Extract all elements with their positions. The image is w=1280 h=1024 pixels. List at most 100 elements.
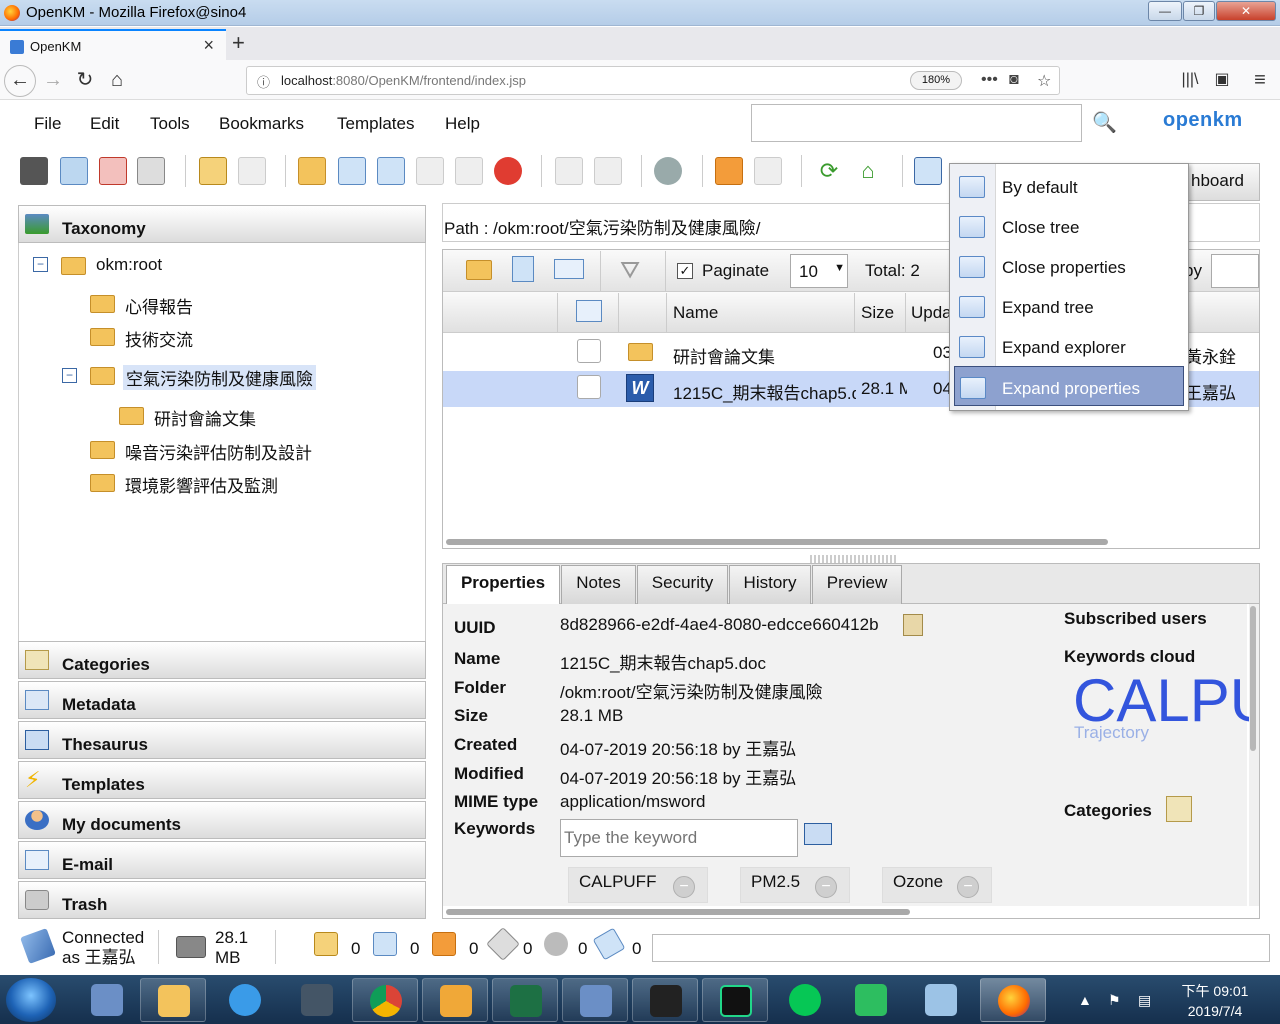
unlock-icon[interactable] [238, 157, 266, 185]
row-checkbox[interactable] [577, 339, 601, 363]
page-actions-icon[interactable]: ••• [981, 71, 998, 89]
tree-item-1[interactable]: 心得報告 [125, 293, 193, 318]
tree-item-root[interactable]: okm:root [96, 255, 162, 275]
column-name[interactable]: Name [673, 303, 718, 323]
tree-item-5[interactable]: 環境影響評估及監測 [125, 472, 278, 497]
taskbar-network-app-2[interactable] [562, 978, 628, 1022]
keyword-cloud-item-small[interactable]: Trajectory [1074, 723, 1149, 743]
remove-property-group-icon[interactable] [594, 157, 622, 185]
close-window-button[interactable]: ✕ [1216, 1, 1276, 21]
lock-icon[interactable] [199, 157, 227, 185]
bookmark-star-icon[interactable]: ☆ [1037, 71, 1051, 91]
column-size[interactable]: Size [861, 303, 894, 323]
vertical-scrollbar[interactable] [1249, 604, 1259, 906]
taskbar-clock[interactable]: 下午 09:01 2019/7/4 [1170, 981, 1260, 1021]
menu-item-expand-tree[interactable]: Expand tree [950, 286, 1188, 326]
tray-flag-icon[interactable]: ⚑ [1108, 992, 1121, 1009]
filter-funnel-icon[interactable]: ⛛ [620, 257, 640, 285]
menu-item-close-properties[interactable]: Close properties [950, 246, 1188, 286]
paginate-checkbox[interactable]: ✓ [677, 263, 693, 279]
remove-subscription-icon[interactable] [754, 157, 782, 185]
add-subscription-icon[interactable] [715, 157, 743, 185]
menu-item-expand-explorer[interactable]: Expand explorer [950, 326, 1188, 366]
refresh-icon[interactable]: ⟳ [815, 157, 843, 185]
hamburger-menu-icon[interactable]: ≡ [1245, 66, 1275, 94]
taskbar-internet-explorer[interactable] [212, 978, 278, 1022]
find-binoculars-icon[interactable] [20, 157, 48, 185]
checkin-icon[interactable] [416, 157, 444, 185]
taskbar-pycharm[interactable] [702, 978, 768, 1022]
taskbar-outlook[interactable] [422, 978, 488, 1022]
tab-preview[interactable]: Preview [812, 565, 902, 604]
workflow-gear-icon[interactable] [654, 157, 682, 185]
horizontal-scrollbar[interactable] [446, 539, 1108, 545]
reload-button[interactable]: ↻ [70, 66, 100, 94]
quick-search-input[interactable] [751, 104, 1082, 142]
copy-clipboard-icon[interactable] [903, 614, 923, 636]
scrollbar-thumb[interactable] [1250, 606, 1256, 751]
search-icon[interactable]: 🔍 [1092, 110, 1117, 135]
new-tab-button[interactable]: + [232, 30, 245, 56]
menu-edit[interactable]: Edit [90, 114, 119, 134]
taskbar-network-app[interactable] [74, 978, 140, 1022]
taxonomy-header[interactable]: Taxonomy [18, 205, 426, 243]
tab-properties[interactable]: Properties [446, 565, 560, 605]
taskbar-explorer[interactable] [140, 978, 206, 1022]
forward-button[interactable]: → [38, 66, 68, 94]
add-document-icon[interactable] [338, 157, 366, 185]
keyword-input[interactable] [564, 821, 794, 855]
menu-item-close-tree[interactable]: Close tree [950, 206, 1188, 246]
workflow-gear-icon[interactable] [544, 932, 568, 956]
taskbar-line[interactable] [772, 978, 838, 1022]
page-size-select[interactable]: 10 ▼ [790, 254, 848, 288]
tray-show-hidden-icon[interactable]: ▲ [1078, 992, 1092, 1008]
thesaurus-header[interactable]: Thesaurus [18, 721, 426, 759]
collapse-root-icon[interactable]: − [33, 257, 48, 272]
thesaurus-book-icon[interactable] [804, 823, 832, 845]
menu-item-by-default[interactable]: By default [950, 166, 1188, 206]
templates-header[interactable]: ⚡ Templates [18, 761, 426, 799]
zoom-level-badge[interactable]: 180% [910, 71, 962, 90]
cancel-checkout-icon[interactable] [455, 157, 483, 185]
sidebar-icon[interactable]: ▣ [1207, 66, 1237, 94]
email-header[interactable]: E-mail [18, 841, 426, 879]
locked-docs-icon[interactable] [314, 932, 338, 956]
back-button[interactable]: ← [4, 65, 36, 97]
remove-keyword-icon[interactable]: − [957, 876, 979, 898]
panel-splitter-handle[interactable] [810, 555, 896, 563]
taskbar-excel[interactable] [492, 978, 558, 1022]
add-property-group-icon[interactable] [555, 157, 583, 185]
site-info-icon[interactable]: ⓘ [257, 72, 270, 91]
column-updated[interactable]: Upda [911, 303, 952, 323]
trash-header[interactable]: Trash [18, 881, 426, 919]
home-folder-icon[interactable]: ⌂ [854, 157, 882, 185]
menu-help[interactable]: Help [445, 114, 480, 134]
tab-history[interactable]: History [729, 565, 811, 604]
sort-select[interactable] [1211, 254, 1259, 288]
collapse-folder-icon[interactable]: − [62, 368, 77, 383]
row-checkbox[interactable] [577, 375, 601, 399]
edit-document-icon[interactable] [377, 157, 405, 185]
menu-item-expand-properties[interactable]: Expand properties [954, 366, 1184, 406]
download-icon[interactable] [60, 157, 88, 185]
browser-tab-openkm[interactable]: OpenKM × [0, 29, 226, 60]
remove-keyword-icon[interactable]: − [815, 876, 837, 898]
menu-tools[interactable]: Tools [150, 114, 190, 134]
taskbar-notepad[interactable] [908, 978, 974, 1022]
select-all-icon[interactable] [576, 300, 602, 322]
categories-header[interactable]: Categories [18, 641, 426, 679]
minimize-button[interactable]: — [1148, 1, 1182, 21]
home-icon[interactable]: ⌂ [102, 66, 132, 94]
layout-switch-icon[interactable] [914, 157, 942, 185]
tab-close-icon[interactable]: × [203, 35, 214, 56]
maximize-button[interactable]: ❐ [1183, 1, 1215, 21]
print-icon[interactable] [137, 157, 165, 185]
download-pdf-icon[interactable] [99, 157, 127, 185]
library-icon[interactable]: |||\ [1175, 66, 1205, 94]
menu-file[interactable]: File [34, 114, 61, 134]
taskbar-terminal[interactable] [284, 978, 350, 1022]
tab-security[interactable]: Security [637, 565, 728, 604]
metadata-header[interactable]: Metadata [18, 681, 426, 719]
checkout-docs-icon[interactable] [373, 932, 397, 956]
tree-item-3-child[interactable]: 研討會論文集 [154, 405, 256, 430]
